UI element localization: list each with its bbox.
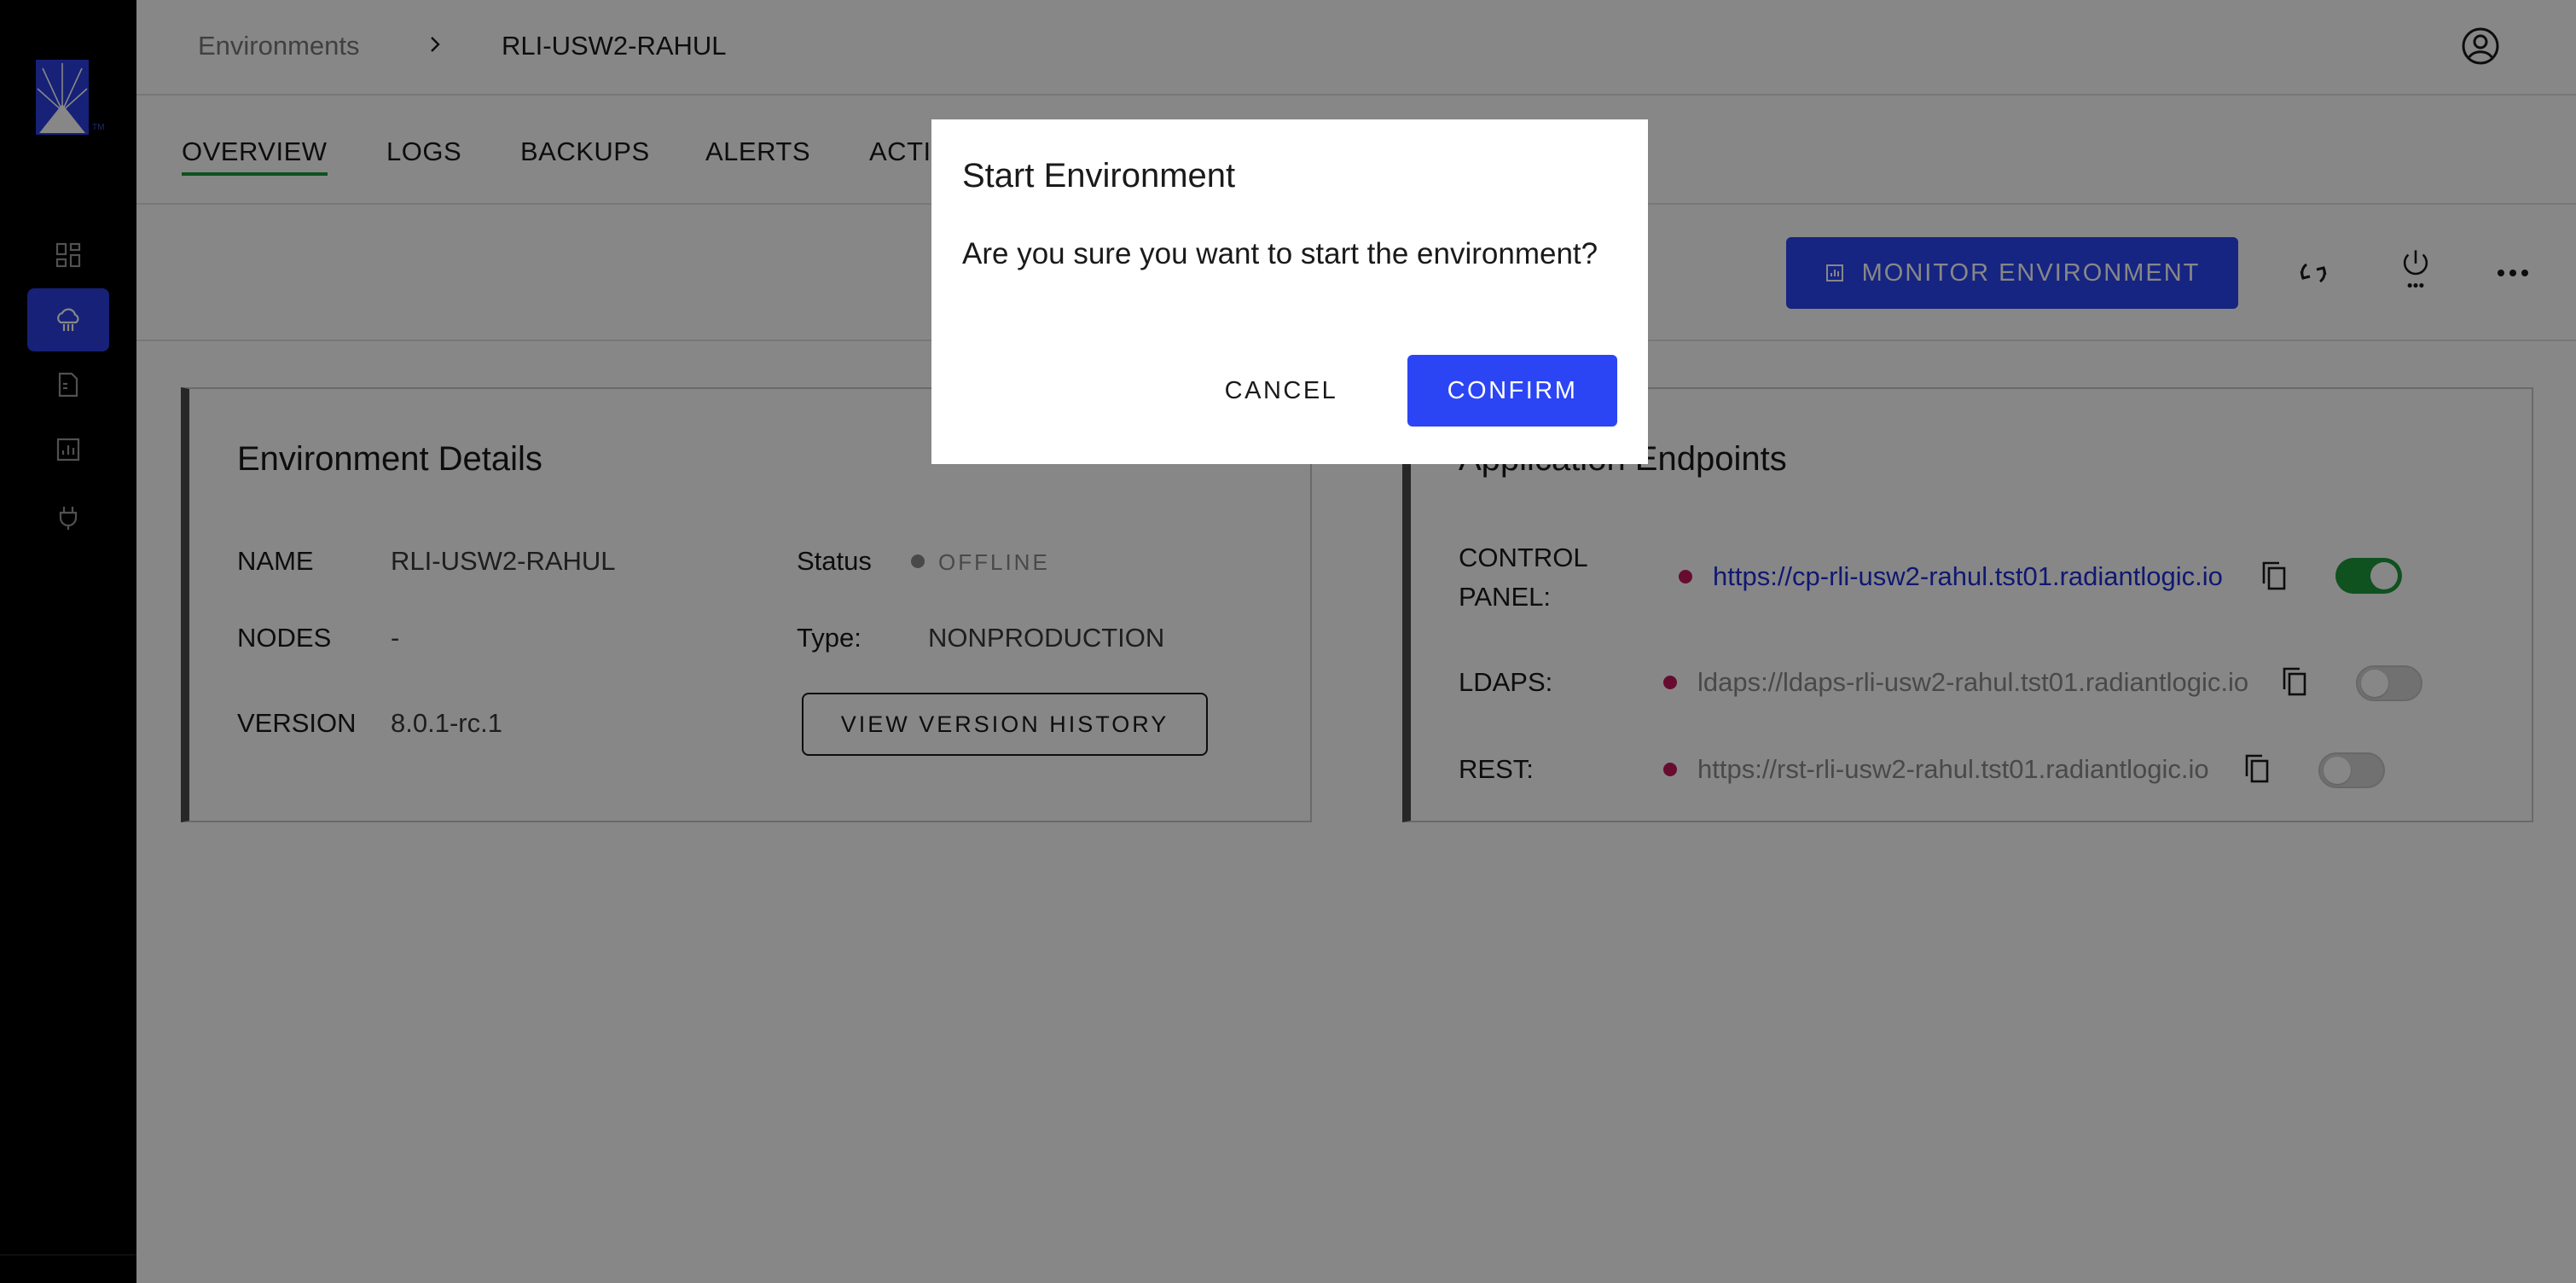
confirm-button[interactable]: CONFIRM	[1407, 355, 1617, 427]
start-environment-dialog: Start Environment Are you sure you want …	[931, 119, 1648, 464]
dialog-title: Start Environment	[962, 157, 1236, 194]
cancel-button[interactable]: CANCEL	[1192, 355, 1370, 427]
dialog-message: Are you sure you want to start the envir…	[962, 237, 1598, 270]
